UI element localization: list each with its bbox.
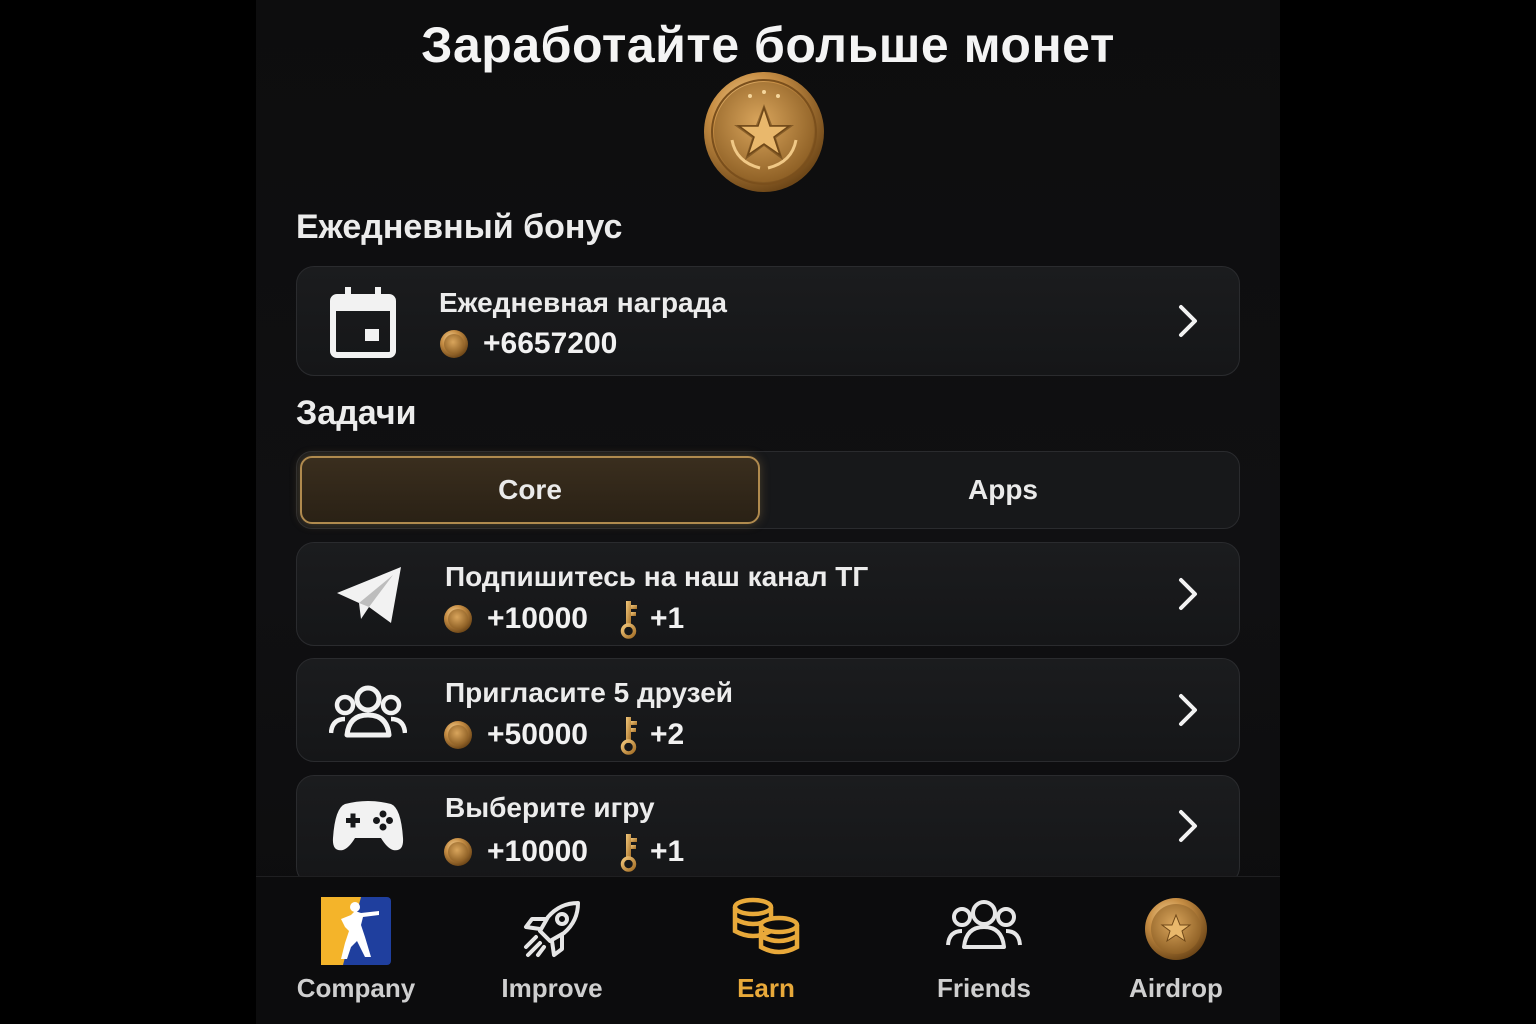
friends-icon <box>946 900 1022 949</box>
coin-icon <box>444 721 472 749</box>
telegram-icon <box>337 567 401 623</box>
nav-item-company[interactable]: Company <box>276 877 436 1024</box>
task-reward: +10000 +1 <box>443 832 684 872</box>
tab-core[interactable]: Core <box>300 456 760 524</box>
coin-icon <box>440 330 468 358</box>
tasks-title: Задачи <box>296 394 417 432</box>
task-card-game[interactable]: Выберите игру +10000 +1 <box>296 775 1240 885</box>
gamepad-icon <box>332 801 404 851</box>
nav-label: Improve <box>501 973 603 1003</box>
rocket-icon <box>524 901 580 957</box>
daily-reward-name: Ежедневная награда <box>439 287 727 318</box>
task-name: Подпишитесь на наш канал ТГ <box>445 561 869 592</box>
nav-item-airdrop[interactable]: Airdrop <box>1096 877 1256 1024</box>
chevron-right-icon <box>1179 305 1197 337</box>
task-name: Пригласите 5 друзей <box>445 677 734 708</box>
key-icon <box>620 834 637 872</box>
daily-reward-amount: +6657200 <box>439 327 617 361</box>
tab-apps[interactable]: Apps <box>773 456 1233 524</box>
task-coins-value: +10000 <box>487 835 588 868</box>
coin-icon <box>1145 898 1207 960</box>
nav-item-improve[interactable]: Improve <box>472 877 632 1024</box>
task-reward: +50000 +2 <box>443 715 684 755</box>
task-name: Выберите игру <box>445 792 655 823</box>
coins-stack-icon <box>732 897 800 955</box>
task-reward: +10000 +1 <box>443 599 684 639</box>
daily-reward-card[interactable]: Ежедневная награда +6657200 <box>296 266 1240 376</box>
page-title: Заработайте больше монет <box>421 17 1115 73</box>
key-icon <box>620 717 637 755</box>
nav-label: Earn <box>737 973 795 1003</box>
task-keys-value: +1 <box>649 835 685 868</box>
nav-item-friends[interactable]: Friends <box>904 877 1064 1024</box>
daily-coins-value: +6657200 <box>483 327 618 360</box>
task-coins-value: +50000 <box>487 718 588 751</box>
daily-bonus-title: Ежедневный бонус <box>296 208 623 246</box>
chevron-right-icon <box>1179 578 1197 610</box>
calendar-icon <box>330 287 396 358</box>
earn-screen: Заработайте больше монет Ежедневный бону… <box>256 0 1280 1024</box>
tasks-tabs: Core Apps <box>296 451 1240 529</box>
nav-item-earn[interactable]: Earn <box>686 877 846 1024</box>
nav-label: Friends <box>937 973 1031 1003</box>
users-icon <box>329 685 407 738</box>
coin-icon <box>444 605 472 633</box>
task-card-invite[interactable]: Пригласите 5 друзей +50000 +2 <box>296 658 1240 762</box>
bottom-nav: Company Improve Earn Friends Airdrop <box>256 876 1280 1024</box>
key-icon <box>620 601 637 639</box>
nav-label: Company <box>296 973 416 1003</box>
task-card-telegram[interactable]: Подпишитесь на наш канал ТГ +10000 +1 <box>296 542 1240 646</box>
nav-label: Airdrop <box>1129 973 1223 1003</box>
coin-icon <box>704 72 824 192</box>
coin-icon <box>444 838 472 866</box>
task-keys-value: +2 <box>649 718 685 751</box>
task-keys-value: +1 <box>649 602 685 635</box>
task-coins-value: +10000 <box>487 602 588 635</box>
company-logo-icon <box>321 897 391 965</box>
chevron-right-icon <box>1179 810 1197 842</box>
chevron-right-icon <box>1179 694 1197 726</box>
